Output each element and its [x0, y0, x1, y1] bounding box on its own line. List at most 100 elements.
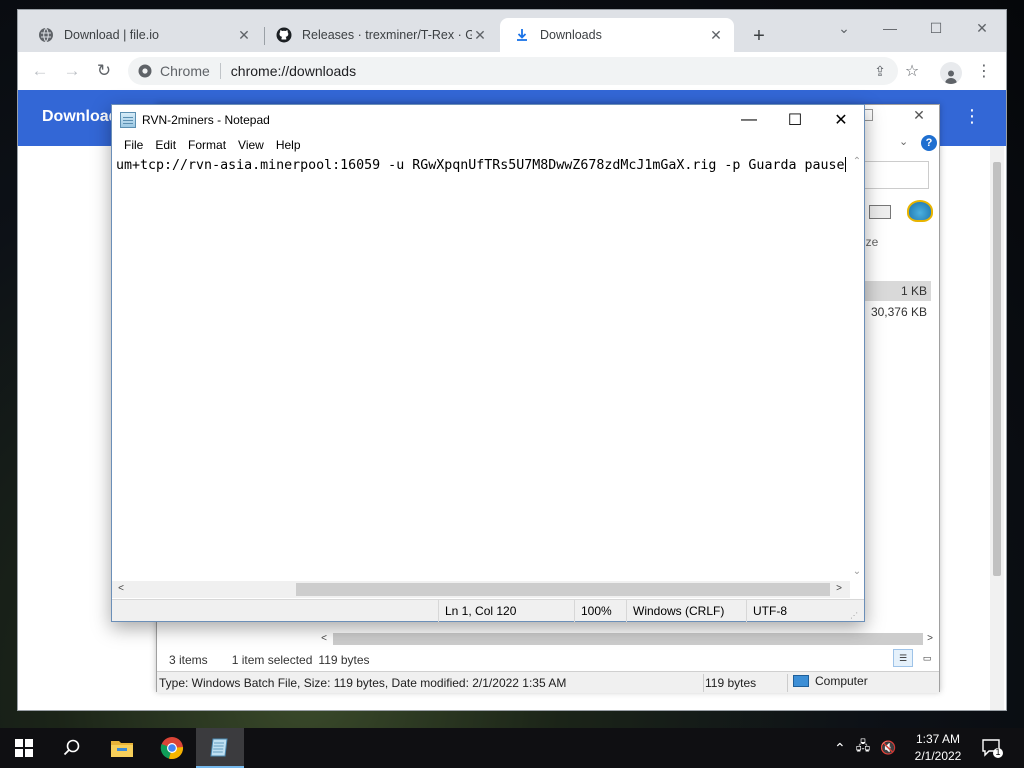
cursor-position: Ln 1, Col 120	[438, 600, 572, 622]
bookmark-star-icon[interactable]: ☆	[898, 58, 926, 84]
tab-github[interactable]: Releases · trexminer/T-Rex · GitHub ✕	[262, 18, 498, 52]
notepad-window: RVN-2miners - Notepad — ☐ ✕ File Edit Fo…	[111, 104, 865, 622]
reload-icon[interactable]: ↻	[90, 58, 118, 84]
menu-format[interactable]: Format	[182, 138, 232, 152]
preview-pane-icon[interactable]	[869, 205, 891, 219]
maximize-icon[interactable]: ☐	[916, 14, 956, 42]
item-count: 3 items	[169, 653, 208, 667]
tab-fileio[interactable]: Download | file.io ✕	[24, 18, 262, 52]
chip-label: Chrome	[160, 63, 210, 79]
scrollbar-thumb[interactable]	[333, 633, 923, 645]
omnibox[interactable]: Chrome chrome://downloads	[128, 57, 898, 85]
menu-view[interactable]: View	[232, 138, 270, 152]
start-icon[interactable]	[0, 728, 48, 768]
close-tab-icon[interactable]: ✕	[472, 27, 488, 43]
horizontal-scrollbar[interactable]: < >	[112, 581, 850, 598]
clock[interactable]: 1:37 AM 2/1/2022	[902, 731, 974, 765]
system-tray: ⌃ 🖧 🔇	[834, 728, 896, 768]
notepad-menubar: File Edit Format View Help	[112, 135, 864, 155]
notepad-status-bar: Ln 1, Col 120 100% Windows (CRLF) UTF-8	[112, 599, 864, 622]
computer-icon	[793, 675, 809, 687]
help-icon[interactable]: ?	[921, 135, 937, 151]
share-icon[interactable]: ⇪	[866, 58, 894, 84]
close-tab-icon[interactable]: ✕	[236, 27, 252, 43]
text-editor[interactable]: um+tcp://rvn-asia.minerpool:16059 -u RGw…	[112, 155, 850, 583]
menu-edit[interactable]: Edit	[149, 138, 182, 152]
scroll-right-icon[interactable]: >	[923, 631, 937, 647]
view-toggle: ☰ ▭	[893, 649, 937, 667]
line-ending: Windows (CRLF)	[626, 600, 744, 622]
encoding: UTF-8	[746, 600, 850, 622]
scroll-up-icon[interactable]: ⌃	[850, 155, 864, 169]
scroll-down-icon[interactable]: ⌄	[850, 565, 864, 579]
close-icon[interactable]: ✕	[962, 14, 1002, 42]
close-icon[interactable]: ✕	[905, 107, 933, 127]
tab-title: Downloads	[540, 28, 602, 42]
file-size: 119 bytes	[705, 676, 757, 690]
scrollbar-thumb[interactable]	[993, 162, 1001, 576]
network-icon[interactable]: 🖧	[856, 737, 871, 759]
selection-count: 1 item selected	[231, 653, 313, 667]
minimize-icon[interactable]: —	[726, 105, 772, 135]
notification-count: 1	[995, 747, 1001, 757]
page-scrollbar[interactable]	[990, 146, 1004, 710]
browser-toolbar: ← → ↻ Chrome chrome://downloads ⇪ ☆ ⋮	[18, 52, 1006, 90]
forward-icon[interactable]: →	[58, 58, 86, 84]
chrome-chip: Chrome	[138, 63, 210, 79]
show-hidden-icons-icon[interactable]: ⌃	[834, 740, 846, 757]
new-tab-button[interactable]: +	[746, 24, 772, 50]
tab-downloads[interactable]: Downloads ✕	[500, 18, 734, 52]
window-title: RVN-2miners - Notepad	[142, 113, 270, 127]
scroll-left-icon[interactable]: <	[114, 581, 128, 597]
file-size-cell[interactable]: 1 KB	[857, 281, 931, 301]
editor-content: um+tcp://rvn-asia.minerpool:16059 -u RGw…	[116, 158, 845, 173]
location-label: Computer	[815, 674, 868, 688]
search-icon[interactable]	[48, 728, 96, 768]
download-icon	[514, 27, 530, 43]
file-explorer-icon[interactable]	[98, 728, 146, 768]
chrome-logo-icon	[138, 64, 152, 78]
kebab-menu-icon[interactable]: ⋮	[970, 58, 998, 84]
menu-help[interactable]: Help	[270, 138, 307, 152]
maximize-icon[interactable]: ☐	[772, 105, 818, 135]
clock-time: 1:37 AM	[915, 732, 961, 746]
size-column-header[interactable]: ize	[863, 235, 878, 249]
file-details: Type: Windows Batch File, Size: 119 byte…	[159, 676, 567, 690]
large-icons-view-icon[interactable]: ▭	[917, 649, 937, 667]
taskbar: ⌃ 🖧 🔇 1:37 AM 2/1/2022 1	[0, 728, 1024, 768]
vertical-scrollbar[interactable]: ⌃ ⌄	[850, 155, 864, 581]
notepad-icon[interactable]	[196, 728, 244, 768]
resize-grip-icon[interactable]: ⋰	[850, 611, 858, 620]
back-icon[interactable]: ←	[26, 58, 54, 84]
file-size-cell[interactable]: 30,376 KB	[857, 302, 931, 322]
explorer-status-bar: 3 items 1 item selected 119 bytes	[157, 649, 939, 671]
close-icon[interactable]: ✕	[818, 105, 864, 135]
scroll-right-icon[interactable]: >	[832, 581, 846, 597]
notepad-app-icon	[120, 112, 136, 128]
minimize-icon[interactable]: —	[870, 14, 910, 42]
details-view-icon[interactable]: ☰	[893, 649, 913, 667]
expand-ribbon-icon[interactable]: ⌄	[899, 135, 908, 148]
tab-strip: Download | file.io ✕ Releases · trexmine…	[18, 10, 1006, 52]
notification-center-icon[interactable]: 1	[980, 736, 1004, 760]
text-caret	[844, 157, 846, 172]
profile-avatar-icon[interactable]	[940, 62, 962, 84]
horizontal-scrollbar[interactable]: < >	[317, 631, 937, 647]
close-tab-icon[interactable]: ✕	[708, 27, 724, 43]
scrollbar-thumb[interactable]	[296, 583, 830, 596]
omnibox-divider	[219, 63, 221, 79]
location: Computer	[793, 674, 868, 688]
scroll-left-icon[interactable]: <	[317, 631, 331, 647]
divider	[787, 674, 788, 692]
url-text: chrome://downloads	[230, 63, 357, 79]
github-icon	[276, 27, 292, 43]
menu-file[interactable]: File	[118, 138, 149, 152]
tab-search-icon[interactable]: ⌄	[824, 14, 864, 42]
tab-title: Releases · trexminer/T-Rex · GitHub	[302, 28, 472, 42]
chrome-icon[interactable]	[148, 728, 196, 768]
volume-muted-icon[interactable]: 🔇	[880, 740, 896, 756]
selection-size: 119 bytes	[318, 653, 370, 667]
shell-icon[interactable]	[907, 200, 933, 222]
tab-title: Download | file.io	[64, 28, 159, 42]
downloads-menu-icon[interactable]: ⋮	[962, 106, 982, 127]
